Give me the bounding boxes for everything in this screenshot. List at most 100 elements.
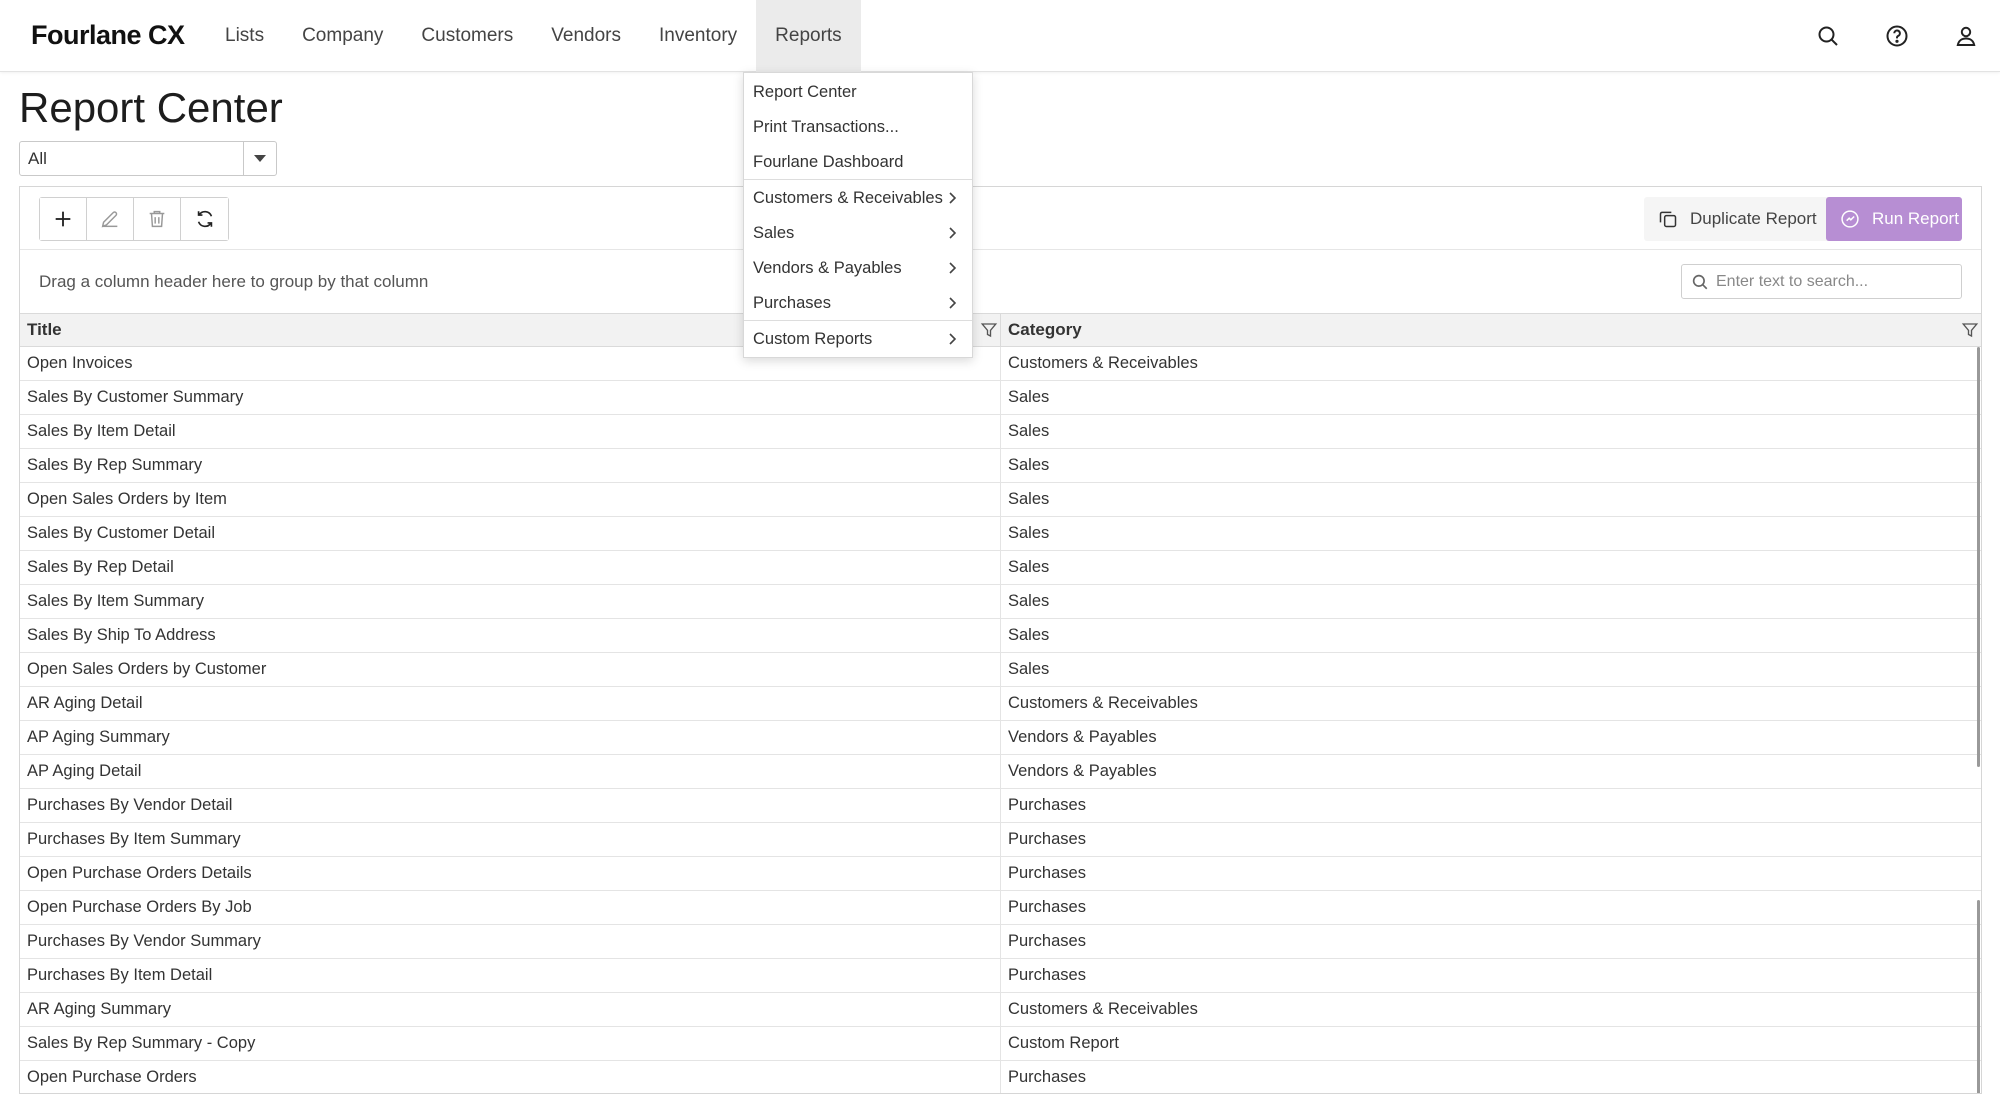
table-row[interactable]: Sales By Rep Summary Sales — [20, 449, 1981, 483]
nav-icon-bar — [1793, 0, 2000, 72]
cell-category: Sales — [1008, 592, 1050, 610]
cell-category: Purchases — [1008, 966, 1086, 984]
duplicate-report-button[interactable]: Duplicate Report — [1644, 197, 1831, 241]
cell-title: Open Sales Orders by Customer — [20, 653, 1001, 686]
cell-category: Purchases — [1008, 864, 1086, 882]
menu-item-report-center[interactable]: Report Center — [744, 75, 972, 109]
category-filter-value: All — [28, 149, 47, 168]
cell-title: Sales By Rep Summary — [20, 449, 1001, 482]
column-header-title-label: Title — [27, 320, 62, 339]
top-navbar: Fourlane CX Lists Company Customers Vend… — [0, 0, 2000, 72]
refresh-button[interactable] — [181, 198, 228, 240]
table-row[interactable]: Purchases By Item Summary Purchases — [20, 823, 1981, 857]
table-row[interactable]: Sales By Customer Detail Sales — [20, 517, 1981, 551]
nav-item-inventory[interactable]: Inventory — [640, 0, 756, 72]
grid-search-input[interactable] — [1716, 265, 1956, 298]
add-report-button[interactable] — [40, 198, 87, 240]
menu-item-label: Fourlane Dashboard — [753, 153, 904, 171]
menu-divider — [744, 320, 972, 321]
cell-category: Sales — [1008, 422, 1050, 440]
menu-divider — [744, 179, 972, 180]
delete-report-button[interactable] — [134, 198, 181, 240]
grid-search-box[interactable] — [1681, 264, 1962, 299]
menu-item-customers-receivables[interactable]: Customers & Receivables — [744, 181, 972, 215]
search-icon[interactable] — [1793, 0, 1862, 72]
table-row[interactable]: Sales By Ship To Address Sales — [20, 619, 1981, 653]
trash-icon — [149, 210, 165, 228]
grid-scrollbar-thumb[interactable] — [1977, 347, 1980, 767]
refresh-icon — [197, 210, 212, 228]
nav-item-vendors[interactable]: Vendors — [532, 0, 640, 72]
cell-category: Sales — [1008, 524, 1050, 542]
menu-item-purchases[interactable]: Purchases — [744, 286, 972, 320]
cell-category: Customers & Receivables — [1008, 354, 1198, 372]
chevron-down-icon[interactable] — [243, 142, 276, 175]
run-report-button[interactable]: Run Report — [1826, 197, 1962, 241]
filter-icon[interactable] — [980, 321, 998, 339]
cell-title: Open Purchase Orders Details — [20, 857, 1001, 890]
cell-category: Sales — [1008, 558, 1050, 576]
menu-item-label: Custom Reports — [753, 330, 873, 348]
table-row[interactable]: AP Aging Summary Vendors & Payables — [20, 721, 1981, 755]
grid-scrollbar-thumb-lower[interactable] — [1977, 900, 1980, 1093]
grid-header-row: Title Category — [20, 313, 1981, 347]
table-row[interactable]: AR Aging Summary Customers & Receivables — [20, 993, 1981, 1027]
nav-item-company[interactable]: Company — [283, 0, 402, 72]
menu-item-sales[interactable]: Sales — [744, 216, 972, 250]
category-filter-select[interactable]: All — [19, 141, 277, 176]
menu-item-label: Report Center — [753, 83, 857, 101]
help-icon[interactable] — [1862, 0, 1931, 72]
menu-item-custom-reports[interactable]: Custom Reports — [744, 322, 972, 356]
cell-category: Vendors & Payables — [1008, 728, 1157, 746]
menu-item-label: Print Transactions... — [753, 118, 899, 136]
cell-title: Sales By Rep Summary - Copy — [20, 1027, 1001, 1060]
table-row[interactable]: Purchases By Vendor Detail Purchases — [20, 789, 1981, 823]
chevron-right-icon — [949, 192, 957, 204]
nav-item-lists[interactable]: Lists — [206, 0, 283, 72]
table-row[interactable]: Open Purchase Orders By Job Purchases — [20, 891, 1981, 925]
filter-icon[interactable] — [1961, 321, 1979, 339]
cell-title: Sales By Ship To Address — [20, 619, 1001, 652]
menu-item-fourlane-dashboard[interactable]: Fourlane Dashboard — [744, 145, 972, 179]
table-row[interactable]: Sales By Rep Detail Sales — [20, 551, 1981, 585]
column-header-category[interactable]: Category — [1001, 314, 1981, 346]
cell-title: AR Aging Summary — [20, 993, 1001, 1026]
nav-item-customers[interactable]: Customers — [402, 0, 532, 72]
toolbar-button-group — [39, 197, 229, 241]
table-row[interactable]: Open Invoices Customers & Receivables — [20, 347, 1981, 381]
table-row[interactable]: Purchases By Item Detail Purchases — [20, 959, 1981, 993]
cell-title: Open Sales Orders by Item — [20, 483, 1001, 516]
cell-title: Open Purchase Orders By Job — [20, 891, 1001, 924]
cell-category: Sales — [1008, 388, 1050, 406]
cell-title: Purchases By Item Summary — [20, 823, 1001, 856]
menu-item-print-transactions[interactable]: Print Transactions... — [744, 110, 972, 144]
cell-title: Sales By Customer Summary — [20, 381, 1001, 414]
menu-item-vendors-payables[interactable]: Vendors & Payables — [744, 251, 972, 285]
table-row[interactable]: Open Purchase Orders Purchases — [20, 1061, 1981, 1093]
nav-item-reports[interactable]: Reports — [756, 0, 861, 72]
plus-icon — [55, 211, 71, 227]
table-row[interactable]: Sales By Item Summary Sales — [20, 585, 1981, 619]
table-row[interactable]: Sales By Item Detail Sales — [20, 415, 1981, 449]
cell-category: Purchases — [1008, 932, 1086, 950]
table-row[interactable]: Sales By Customer Summary Sales — [20, 381, 1981, 415]
column-header-category-label: Category — [1008, 320, 1082, 339]
table-row[interactable]: Sales By Rep Summary - Copy Custom Report — [20, 1027, 1981, 1061]
report-grid-panel: Duplicate Report Run Report Drag a colum… — [19, 186, 1982, 1094]
cell-title: Purchases By Item Detail — [20, 959, 1001, 992]
table-row[interactable]: Open Purchase Orders Details Purchases — [20, 857, 1981, 891]
menu-item-label: Sales — [753, 224, 795, 242]
reports-dropdown-menu: Report Center Print Transactions... Fourla… — [743, 72, 973, 358]
cell-category: Purchases — [1008, 830, 1086, 848]
brand-logo[interactable]: Fourlane CX — [31, 20, 185, 51]
edit-report-button[interactable] — [87, 198, 134, 240]
menu-item-label: Customers & Receivables — [753, 189, 943, 207]
table-row[interactable]: AP Aging Detail Vendors & Payables — [20, 755, 1981, 789]
user-icon[interactable] — [1931, 0, 2000, 72]
table-row[interactable]: Purchases By Vendor Summary Purchases — [20, 925, 1981, 959]
table-row[interactable]: Open Sales Orders by Customer Sales — [20, 653, 1981, 687]
pencil-icon — [101, 211, 118, 228]
table-row[interactable]: AR Aging Detail Customers & Receivables — [20, 687, 1981, 721]
cell-category: Custom Report — [1008, 1034, 1119, 1052]
table-row[interactable]: Open Sales Orders by Item Sales — [20, 483, 1981, 517]
